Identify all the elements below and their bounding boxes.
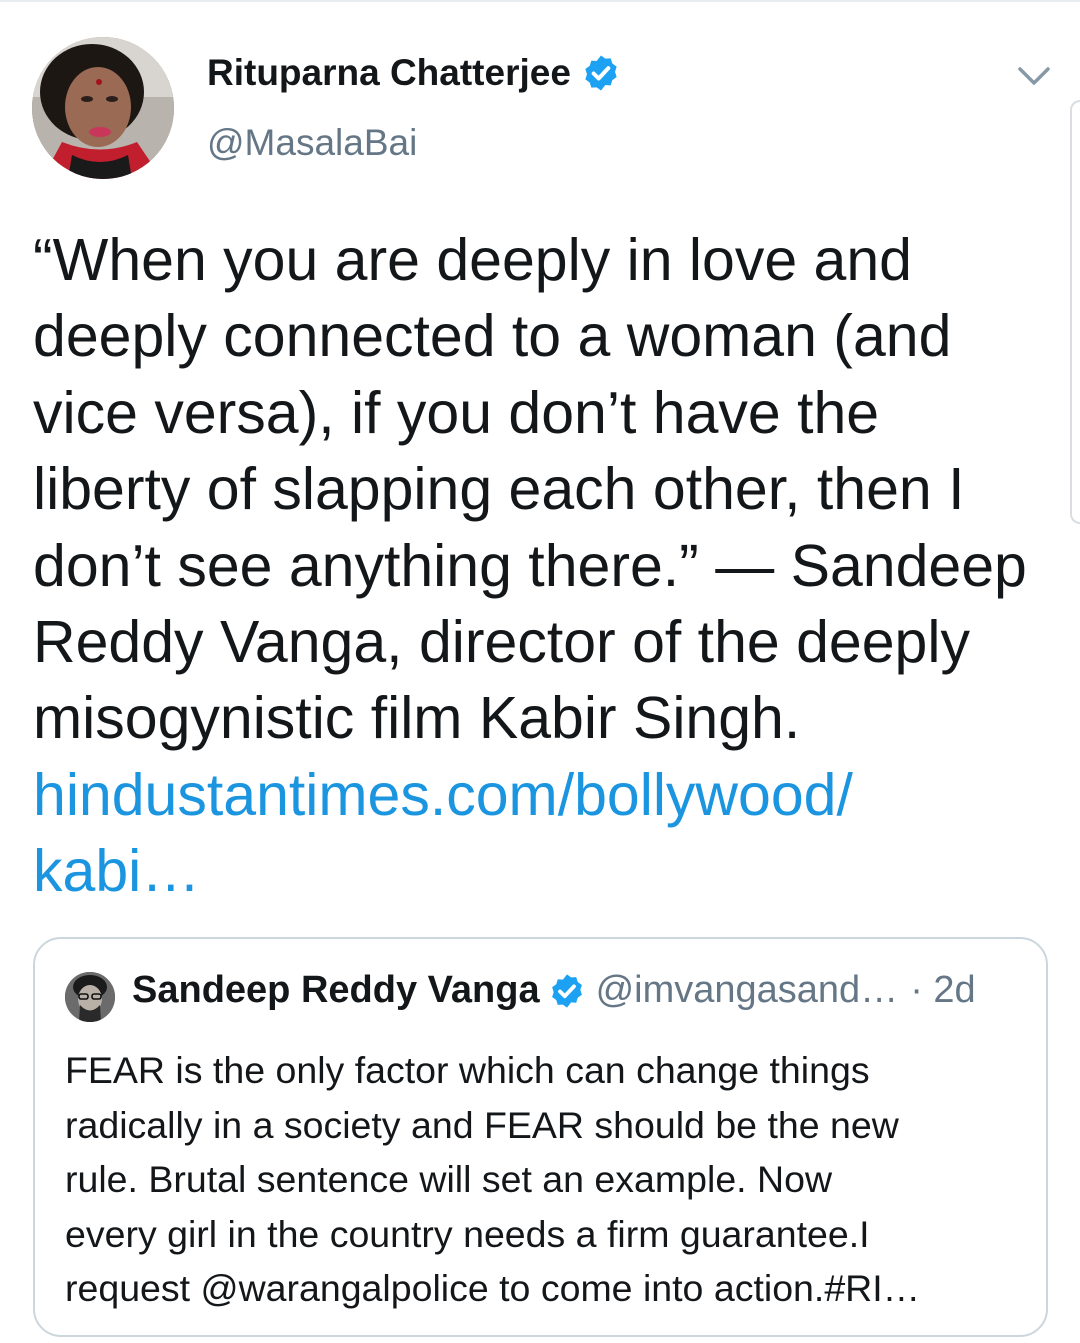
- scrollbar[interactable]: [1070, 100, 1080, 524]
- quoted-tweet-body: FEAR is the only factor which can change…: [65, 1043, 1035, 1316]
- tweet-text-line: liberty of slapping each other, then I: [33, 456, 965, 523]
- author-avatar-photo: [32, 37, 174, 179]
- top-divider: [0, 0, 1080, 2]
- chevron-down-icon[interactable]: [1014, 60, 1054, 92]
- author-display-name[interactable]: Rituparna Chatterjee: [207, 52, 621, 94]
- author-avatar[interactable]: [32, 37, 174, 179]
- tweet-text-line: don’t see anything there.” — Sandeep: [33, 532, 1027, 599]
- quoted-tweet-text-line: rule. Brutal sentence will set an exampl…: [65, 1158, 833, 1200]
- quoted-author-name[interactable]: Sandeep Reddy Vanga: [132, 969, 540, 1012]
- verified-badge-icon: [551, 973, 582, 1008]
- verified-badge-icon: [585, 55, 617, 91]
- author-handle[interactable]: @MasalaBai: [207, 122, 417, 164]
- quoted-tweet-text-line: request @warangalpolice to come into act…: [65, 1267, 921, 1309]
- quoted-author-avatar-photo: [65, 972, 115, 1022]
- quoted-tweet-text-line: FEAR is the only factor which can change…: [65, 1049, 870, 1091]
- tweet-text-line: misogynistic film Kabir Singh.: [33, 685, 801, 752]
- tweet-link[interactable]: hindustantimes.com/bollywood/: [33, 757, 1033, 833]
- quoted-author-handle[interactable]: @imvangasand…: [596, 969, 899, 1012]
- tweet-text-line: deeply connected to a woman (and: [33, 303, 952, 370]
- tweet-text-line: “When you are deeply in love and: [33, 227, 912, 293]
- tweet-body: “When you are deeply in love and deeply …: [33, 222, 1033, 910]
- quoted-tweet-header: Sandeep Reddy Vanga @imvangasand… · 2d: [132, 969, 976, 1012]
- quoted-tweet-text-line: every girl in the country needs a firm g…: [65, 1212, 870, 1255]
- tweet-link[interactable]: kabi…: [33, 833, 1033, 909]
- quoted-tweet-card[interactable]: Sandeep Reddy Vanga @imvangasand… · 2d F…: [33, 937, 1048, 1337]
- tweet-text-line: Reddy Vanga, director of the deeply: [33, 609, 970, 676]
- quoted-author-avatar[interactable]: [65, 972, 115, 1022]
- tweet-text-line: vice versa), if you don’t have the: [33, 379, 880, 446]
- author-name-text: Rituparna Chatterjee: [207, 52, 571, 93]
- quoted-tweet-timestamp[interactable]: · 2d: [910, 969, 975, 1012]
- quoted-tweet-text-line: radically in a society and FEAR should b…: [65, 1103, 899, 1146]
